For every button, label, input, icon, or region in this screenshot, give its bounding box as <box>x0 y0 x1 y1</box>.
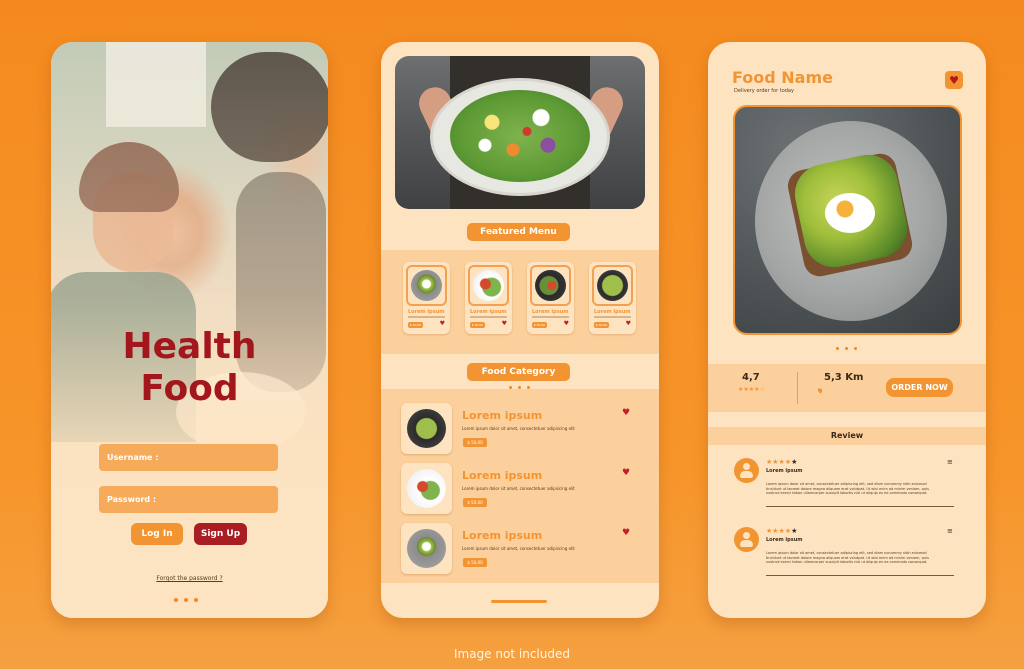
featured-item[interactable]: Lorem ipsum $ 50,00 ♥ <box>589 262 636 334</box>
review-stars-icon: ★★★★★ <box>766 458 798 466</box>
food-thumbnail <box>406 265 447 306</box>
category-item-title: Lorem ipsum <box>462 469 543 482</box>
featured-item-title: Lorem ipsum <box>470 309 507 315</box>
review-stars-icon: ★★★★★ <box>766 527 798 535</box>
username-label: Username : <box>107 453 159 462</box>
food-thumbnail <box>401 523 452 574</box>
food-thumbnail <box>592 265 633 306</box>
carousel-dot[interactable] <box>836 347 839 350</box>
category-item-desc: Lorem ipsum dolor sit amet, consectetuer… <box>462 486 575 491</box>
heart-icon[interactable]: ♥ <box>626 320 631 327</box>
page-indicator <box>174 598 198 602</box>
reviewer-name: Lorem ipsum <box>766 468 803 474</box>
signup-button[interactable]: Sign Up <box>194 523 247 545</box>
carousel-dot[interactable] <box>854 347 857 350</box>
app-title: Health Food <box>51 326 328 410</box>
carousel-dot[interactable] <box>845 347 848 350</box>
featured-item-price: $ 50,00 <box>470 322 485 328</box>
food-photo <box>733 105 962 335</box>
footer-note: Image not included <box>454 647 570 661</box>
heart-icon[interactable]: ♥ <box>440 320 445 327</box>
category-item-title: Lorem ipsum <box>462 529 543 542</box>
forgot-password-link[interactable]: Forgot the password ? <box>51 575 328 582</box>
review-item: ★★★★★ Lorem ipsum ≡ Lorem ipsum dolor si… <box>734 527 958 589</box>
password-label: Password : <box>107 495 157 504</box>
category-item[interactable]: Lorem ipsum Lorem ipsum dolor sit amet, … <box>401 463 641 517</box>
page-dot[interactable] <box>174 598 178 602</box>
menu-icon[interactable]: ≡ <box>947 458 953 466</box>
featured-item[interactable]: Lorem ipsum $ 50,00 ♥ <box>403 262 450 334</box>
login-button[interactable]: Log In <box>131 523 183 545</box>
avatar <box>734 458 759 483</box>
reviewer-name: Lorem ipsum <box>766 537 803 543</box>
hero-salad-photo <box>395 56 645 209</box>
food-thumbnail <box>530 265 571 306</box>
order-now-button[interactable]: ORDER NOW <box>886 378 953 397</box>
divider <box>797 372 798 404</box>
featured-item[interactable]: Lorem ipsum $ 50,00 ♥ <box>527 262 574 334</box>
favorite-heart-icon[interactable]: ♥ <box>945 71 963 89</box>
avatar <box>734 527 759 552</box>
featured-item-title: Lorem ipsum <box>532 309 569 315</box>
review-text: Lorem ipsum dolor sit amet, consectetuer… <box>766 482 929 495</box>
featured-menu-heading: Featured Menu <box>467 223 570 241</box>
home-indicator[interactable] <box>491 600 547 603</box>
category-item[interactable]: Lorem ipsum Lorem ipsum dolor sit amet, … <box>401 403 641 457</box>
category-item-price: $ 50,00 <box>463 438 487 447</box>
category-item-desc: Lorem ipsum dolor sit amet, consectetuer… <box>462 546 575 551</box>
heart-icon[interactable]: ♥ <box>622 468 630 478</box>
featured-item[interactable]: Lorem ipsum $ 50,00 ♥ <box>465 262 512 334</box>
carousel-indicator <box>836 347 857 350</box>
food-category-heading: Food Category <box>467 363 570 381</box>
page-dot[interactable] <box>184 598 188 602</box>
distance-value: 5,3 Km <box>824 372 864 383</box>
heart-icon[interactable]: ♥ <box>622 528 630 538</box>
food-thumbnail <box>468 265 509 306</box>
review-heading: Review <box>830 431 864 440</box>
app-title-line1: Health <box>122 326 257 367</box>
category-item[interactable]: Lorem ipsum Lorem ipsum dolor sit amet, … <box>401 523 641 577</box>
heart-icon[interactable]: ♥ <box>622 408 630 418</box>
rating-value: 4,7 <box>742 372 760 383</box>
category-item-price: $ 50,00 <box>463 498 487 507</box>
login-screen: Health Food Username : Password : Log In… <box>51 42 328 618</box>
category-item-title: Lorem ipsum <box>462 409 543 422</box>
review-text: Lorem ipsum dolor sit amet, consectetuer… <box>766 551 929 564</box>
category-item-desc: Lorem ipsum dolor sit amet, consectetuer… <box>462 426 575 431</box>
heart-icon[interactable]: ♥ <box>502 320 507 327</box>
food-detail-screen: Food Name Delivery order for today ♥ 4,7… <box>708 42 986 618</box>
heart-icon[interactable]: ♥ <box>564 320 569 327</box>
app-title-line2: Food <box>140 368 239 409</box>
featured-item-price: $ 50,00 <box>594 322 609 328</box>
page-dot[interactable] <box>194 598 198 602</box>
delivery-subtitle: Delivery order for today <box>734 88 794 94</box>
featured-item-price: $ 50,00 <box>408 322 423 328</box>
menu-screen: Featured Menu Lorem ipsum $ 50,00 ♥ Lore… <box>381 42 659 618</box>
featured-item-price: $ 50,00 <box>532 322 547 328</box>
food-thumbnail <box>401 463 452 514</box>
username-field[interactable]: Username : <box>99 444 278 471</box>
featured-item-title: Lorem ipsum <box>594 309 631 315</box>
review-item: ★★★★★ Lorem ipsum ≡ Lorem ipsum dolor si… <box>734 458 958 520</box>
rating-stars-icon: ★★★★☆ <box>738 386 765 393</box>
featured-item-title: Lorem ipsum <box>408 309 445 315</box>
category-item-price: $ 50,00 <box>463 558 487 567</box>
menu-icon[interactable]: ≡ <box>947 527 953 535</box>
food-thumbnail <box>401 403 452 454</box>
password-field[interactable]: Password : <box>99 486 278 513</box>
food-name-title: Food Name <box>732 68 833 87</box>
